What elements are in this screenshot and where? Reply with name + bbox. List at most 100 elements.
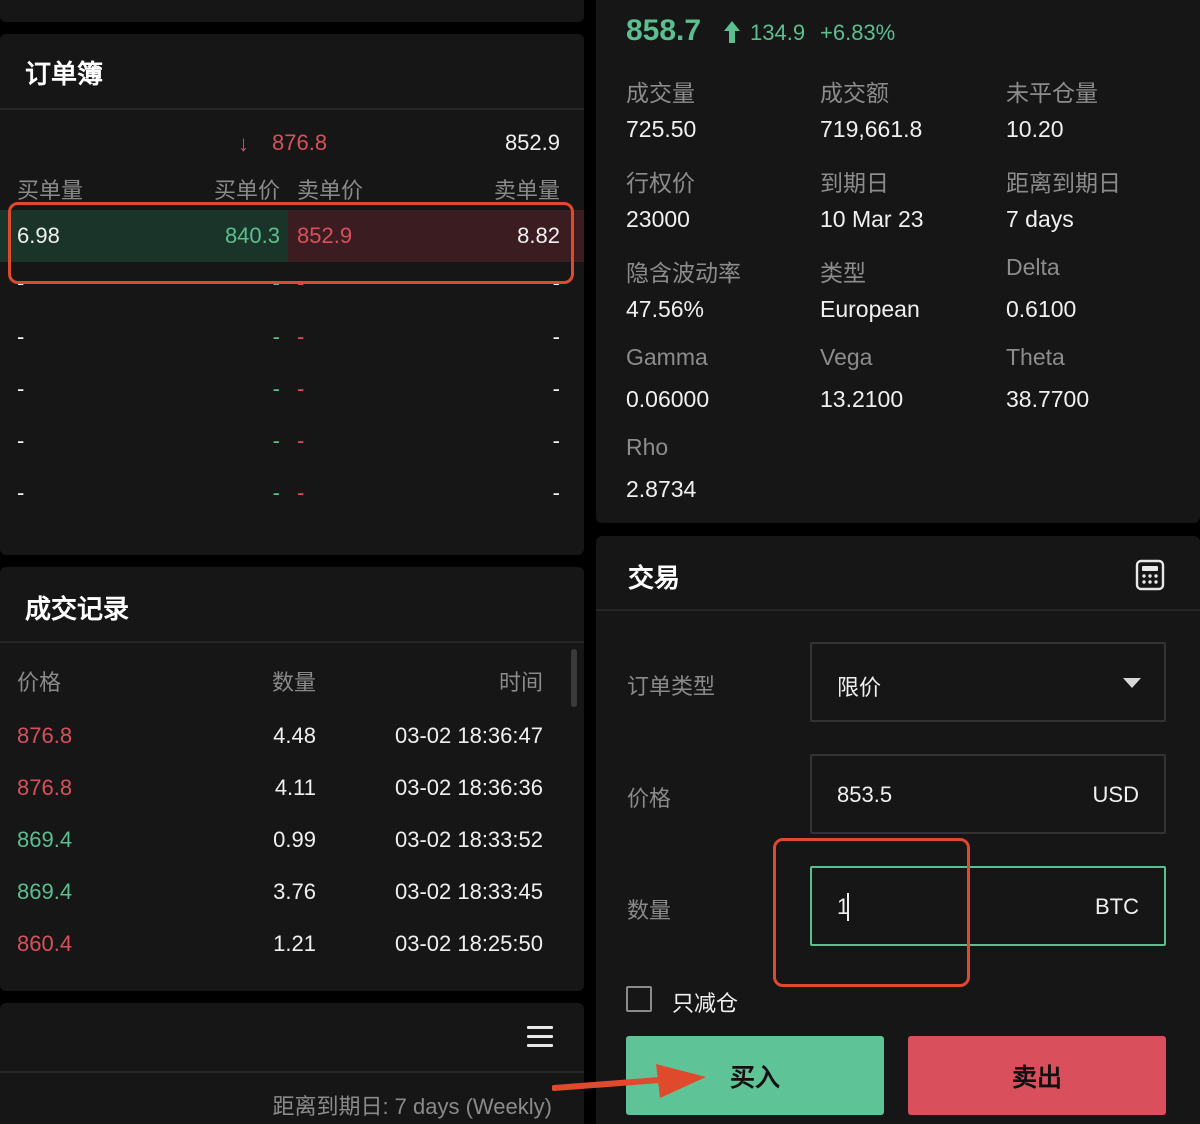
stat-label-iv: 隐含波动率 [626,260,741,286]
stat-value-expiry-date: 10 Mar 23 [820,206,924,232]
annotation-box-qty-input [773,838,970,987]
expiry-footer-text: 距离到期日: 7 days (Weekly) [272,1094,552,1119]
buy-button-label: 买入 [729,1063,780,1092]
stat-label-vega: Vega [820,344,873,370]
ticker-change: 134.9 [750,20,806,45]
stat-value-turnover: 719,661.8 [820,116,923,142]
bid-price: - [272,324,280,349]
calculator-icon[interactable] [1135,559,1165,591]
header-ask-price: 卖单价 [297,178,364,203]
stat-label-theta: Theta [1006,344,1065,370]
scrollbar[interactable] [571,649,577,707]
trade-form-title: 交易 [628,563,681,593]
annotation-arrow-icon [552,1064,706,1098]
header-qty: 数量 [271,670,316,695]
header-ask-qty: 卖单量 [493,178,560,203]
trade-price: 876.8 [17,723,73,748]
orderbook-title: 订单簿 [25,59,104,89]
table-row: 869.4 3.76 03-02 18:33:45 [0,879,584,911]
price-unit: USD [1092,782,1139,807]
trade-time: 03-02 18:33:52 [394,827,543,852]
trade-time: 03-02 18:36:36 [394,775,543,800]
trade-history-panel: 成交记录 价格 数量 时间 876.8 4.48 03-02 18:36:47 … [0,567,584,991]
stat-value-time-to-expiry: 7 days [1006,206,1074,232]
stat-value-vega: 13.2100 [820,386,904,412]
ask-qty: - [552,480,560,505]
stat-label-type: 类型 [820,260,866,286]
divider [596,609,1200,611]
table-row: 876.8 4.11 03-02 18:36:36 [0,775,584,807]
header-bid-price: 买单价 [213,178,280,203]
bid-qty: - [17,480,25,505]
trade-time: 03-02 18:25:50 [394,931,543,956]
ask-price: - [297,324,305,349]
last-price-down-arrow-icon: ↓ [238,131,249,156]
stat-value-delta: 0.6100 [1006,296,1077,322]
orderbook-row[interactable]: - - - - [0,428,584,460]
trade-qty: 4.11 [274,775,316,800]
orderbook-row[interactable]: - - - - [0,376,584,408]
bid-price: - [272,428,280,453]
header-bid-qty: 买单量 [17,178,84,203]
ask-qty: - [552,324,560,349]
bid-qty: - [17,428,25,453]
stat-value-open-interest: 10.20 [1006,116,1064,142]
price-label: 价格 [627,786,672,811]
ticker-change-pct: +6.83% [820,20,896,45]
divider [0,641,584,643]
top-left-panel-strip [0,0,584,22]
ask-qty: - [552,428,560,453]
header-time: 时间 [498,670,543,695]
ask-price: - [297,376,305,401]
trade-history-title: 成交记录 [25,594,130,624]
orderbook-panel: 订单簿 ↓ 876.8 852.9 买单量 买单价 卖单价 卖单量 6.98 8… [0,34,584,555]
mark-price: 852.9 [504,130,560,155]
ask-price: - [297,480,305,505]
stat-label-delta: Delta [1006,254,1060,280]
divider [0,108,584,110]
orderbook-row[interactable]: - - - - [0,324,584,356]
sell-button-label: 卖出 [1011,1063,1062,1092]
trade-time: 03-02 18:33:45 [394,879,543,904]
stat-value-strike: 23000 [626,206,690,232]
stat-value-rho: 2.8734 [626,476,697,502]
bid-price: - [272,376,280,401]
stat-label-rho: Rho [626,434,669,460]
trade-qty: 4.48 [273,723,316,748]
table-row: 860.4 1.21 03-02 18:25:50 [0,931,584,963]
footer-panel: 距离到期日: 7 days (Weekly) [0,1003,584,1124]
order-type-label: 订单类型 [627,674,716,699]
sell-button[interactable]: 卖出 [908,1036,1166,1115]
trade-time: 03-02 18:36:47 [394,723,543,748]
qty-unit: BTC [1095,894,1139,919]
stat-label-strike: 行权价 [626,170,695,196]
stat-value-type: European [820,296,920,322]
reduce-only-label[interactable]: 只减仓 [672,986,738,1018]
table-row: 869.4 0.99 03-02 18:33:52 [0,827,584,859]
table-row: 876.8 4.48 03-02 18:36:47 [0,723,584,755]
stat-label-expiry-date: 到期日 [820,170,889,196]
orderbook-row[interactable]: - - - - [0,480,584,512]
stat-label-gamma: Gamma [626,344,708,370]
annotation-box-orderbook-best-row [8,202,574,284]
trade-form-panel: 交易 订单类型 限价 价格 853.5 USD 数量 1 BTC 只减仓 买入 … [596,536,1200,1124]
order-type-select[interactable]: 限价 [810,642,1166,722]
stat-label-time-to-expiry: 距离到期日 [1006,170,1121,196]
chevron-down-icon [1123,678,1141,688]
qty-label: 数量 [627,898,672,923]
price-input[interactable]: 853.5 USD [810,754,1166,834]
stat-value-iv: 47.56% [626,296,705,322]
ticker-price: 858.7 [626,14,702,47]
trade-price: 869.4 [17,827,73,852]
price-input-value: 853.5 [837,782,893,807]
stat-label-turnover: 成交额 [820,80,889,106]
reduce-only-checkbox[interactable] [626,986,652,1012]
trade-price: 876.8 [17,775,73,800]
bid-qty: - [17,376,25,401]
stat-label-volume: 成交量 [626,80,695,106]
stat-value-theta: 38.7700 [1006,386,1090,412]
header-price: 价格 [17,670,62,695]
menu-icon[interactable] [527,1026,553,1048]
stat-value-gamma: 0.06000 [626,386,710,412]
trade-qty: 3.76 [273,879,316,904]
